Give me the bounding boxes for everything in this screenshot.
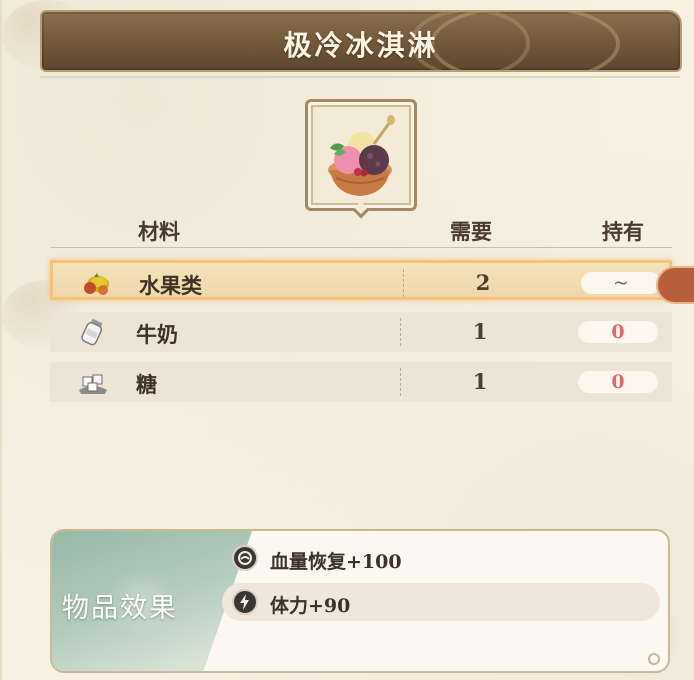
column-separator [403, 269, 404, 297]
title-banner: 极冷冰淇淋 [40, 10, 682, 72]
effect-text: 血量恢复+100 [270, 551, 402, 573]
sugar-cubes-icon [79, 374, 107, 394]
column-separator [400, 368, 401, 396]
header-material: 材料 [138, 219, 180, 244]
recipe-title: 极冷冰淇淋 [283, 29, 439, 62]
divider [40, 76, 680, 78]
ingredient-name: 水果类 [139, 273, 202, 298]
column-separator [400, 318, 401, 346]
header-hold: 持有 [602, 219, 644, 244]
ingredient-row-sugar[interactable]: 糖 1 0 [50, 362, 672, 402]
effect-text: 体力+90 [270, 595, 351, 617]
need-count: 1 [472, 319, 488, 344]
stamina-bolt-icon [232, 589, 258, 615]
ice-cream-bowl-icon [328, 115, 395, 196]
ingredient-name: 牛奶 [136, 322, 178, 347]
fruit-icon [84, 273, 109, 295]
milk-bottle-icon [81, 318, 103, 346]
ingredient-row-fruit[interactable]: 水果类 2 ~ [50, 260, 672, 300]
ingredient-name: 糖 [136, 372, 157, 397]
hold-count: 0 [578, 371, 658, 393]
ingredient-row-milk[interactable]: 牛奶 1 0 [50, 312, 672, 352]
effects-label: 物品效果 [62, 593, 178, 624]
dish-image-frame[interactable] [305, 99, 417, 219]
recipe-panel: 极冷冰淇淋 材料 需要 持有 水果类 2 ~ 牛奶 1 0 糖 1 0 物品效果… [0, 0, 694, 680]
header-need: 需要 [450, 219, 492, 244]
side-tab-handle[interactable] [656, 266, 694, 304]
effect-row-health: 血量恢复+100 [222, 539, 660, 577]
need-count: 2 [475, 270, 491, 295]
header-divider [50, 247, 672, 248]
hold-count: ~ [581, 272, 661, 294]
corner-swirl-icon [648, 653, 660, 665]
health-restore-icon [232, 545, 258, 571]
effect-row-stamina: 体力+90 [222, 583, 660, 621]
need-count: 1 [472, 369, 488, 394]
hold-count: 0 [578, 321, 658, 343]
item-effects-box: 物品效果 血量恢复+100 体力+90 [50, 529, 670, 673]
